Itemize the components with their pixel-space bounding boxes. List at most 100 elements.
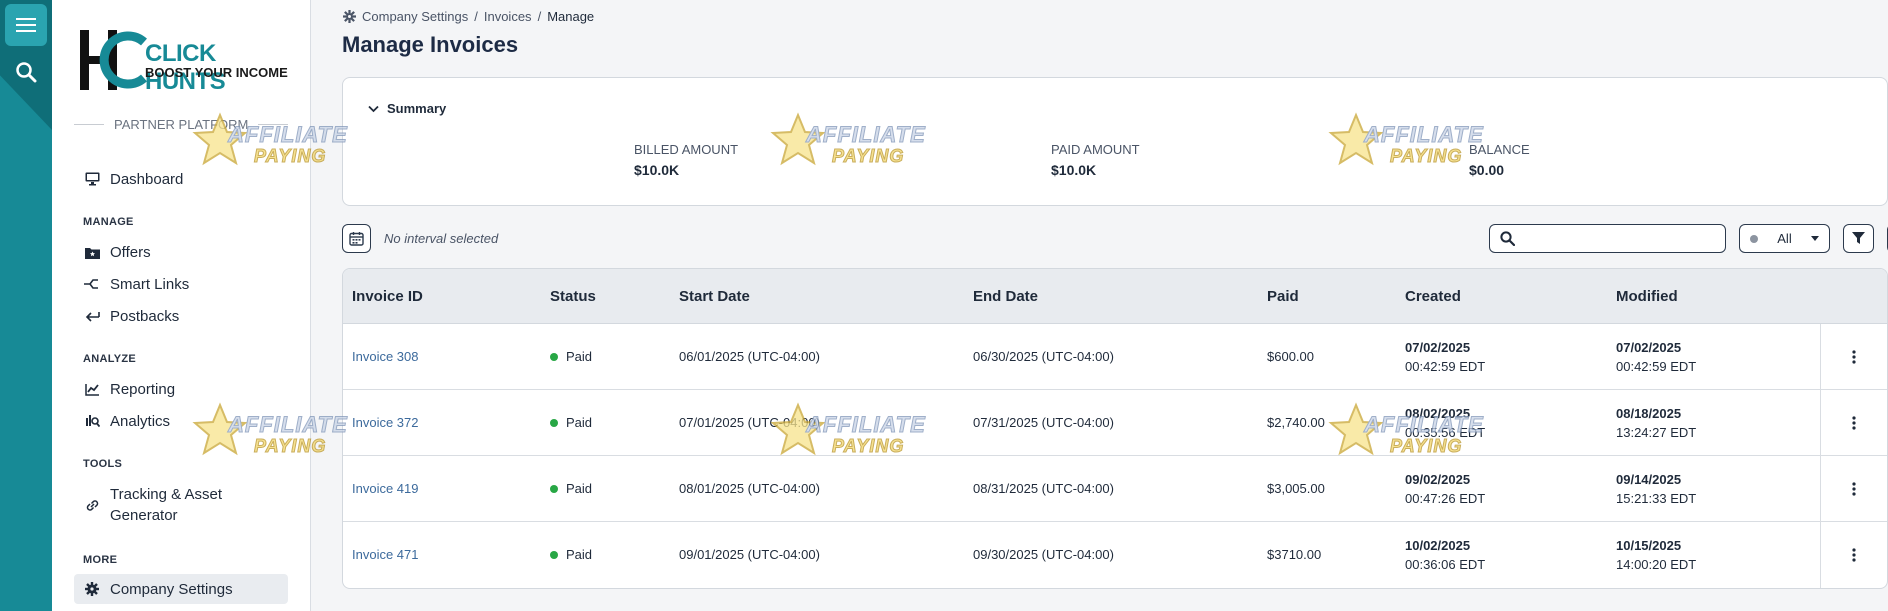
status-dot [1750, 234, 1758, 243]
breadcrumb-separator: / [474, 9, 478, 24]
invoice-link[interactable]: Invoice 308 [352, 349, 419, 364]
created-cell: 07/02/2025 00:42:59 EDT [1405, 338, 1485, 376]
modified-cell: 08/18/2025 13:24:27 EDT [1616, 404, 1696, 442]
kebab-icon [1852, 350, 1856, 364]
brand-logo[interactable]: CLICK HUNTS BOOST YOUR INCOME [78, 26, 288, 95]
caret-down-icon [1811, 236, 1819, 241]
status-filter-select[interactable]: All [1739, 224, 1830, 253]
search-input[interactable] [1521, 231, 1711, 246]
breadcrumb-manage: Manage [547, 9, 595, 24]
column-header-paid[interactable]: Paid [1267, 288, 1299, 305]
summary-panel: Summary BILLED AMOUNT $10.0K PAID AMOUNT… [342, 77, 1888, 206]
sidebar-item-offers[interactable]: Offers [74, 241, 288, 263]
menu-button[interactable] [5, 4, 47, 46]
filter-icon [1852, 232, 1865, 244]
modified-date: 07/02/2025 [1616, 340, 1682, 355]
analytics-magnifier-icon [85, 415, 100, 428]
kebab-icon [1852, 548, 1856, 562]
paid-cell: $3710.00 [1267, 547, 1322, 562]
sidebar-item-label: Tracking & Asset [110, 486, 222, 503]
metric-label: BILLED AMOUNT [634, 142, 739, 157]
row-actions-button[interactable] [1820, 324, 1887, 390]
breadcrumb: Company Settings / Invoices / Manage [343, 9, 594, 24]
modified-date: 10/15/2025 [1616, 538, 1682, 553]
status-text: Paid [566, 481, 593, 496]
divider [74, 124, 104, 125]
table-row: Invoice 419 Paid 08/01/2025 (UTC-04:00) … [343, 456, 1887, 522]
link-chain-icon [86, 499, 98, 511]
sidebar-item-label: Smart Links [110, 275, 190, 293]
sidebar-item-label: Analytics [110, 412, 171, 430]
column-header-invoice-id[interactable]: Invoice ID [352, 288, 423, 305]
summary-label: Summary [387, 101, 447, 116]
row-actions-button[interactable] [1820, 522, 1887, 588]
end-date-cell: 07/31/2025 (UTC-04:00) [973, 415, 1114, 430]
created-time: 00:42:59 EDT [1405, 359, 1486, 374]
summary-toggle[interactable]: Summary [368, 101, 446, 116]
paid-cell: $600.00 [1267, 349, 1314, 364]
sidebar-item-postbacks[interactable]: Postbacks [74, 305, 288, 327]
end-date-cell: 06/30/2025 (UTC-04:00) [973, 349, 1114, 364]
created-date: 09/02/2025 [1405, 472, 1471, 487]
table-row: Invoice 471 Paid 09/01/2025 (UTC-04:00) … [343, 522, 1887, 588]
created-time: 00:36:06 EDT [1405, 557, 1486, 572]
status-dot [550, 550, 558, 559]
filter-button[interactable] [1843, 224, 1874, 253]
table-row: Invoice 372 Paid 07/01/2025 (UTC-04:00) … [343, 390, 1887, 456]
rail-search-button[interactable] [5, 51, 47, 93]
invoice-link[interactable]: Invoice 471 [352, 547, 419, 562]
app-root: CLICK HUNTS BOOST YOUR INCOME PARTNER PL… [0, 0, 1888, 611]
sidebar-item-smart-links[interactable]: Smart Links [74, 273, 288, 295]
breadcrumb-company-settings[interactable]: Company Settings [362, 9, 468, 24]
breadcrumb-invoices[interactable]: Invoices [484, 9, 532, 24]
search-icon [16, 62, 37, 83]
status-badge: Paid [550, 547, 592, 562]
modified-cell: 07/02/2025 00:42:59 EDT [1616, 338, 1696, 376]
sidebar-item-label: Generator [110, 507, 178, 524]
sidebar-item-analytics[interactable]: Analytics [74, 410, 288, 432]
metric-value: $10.0K [634, 162, 680, 178]
billed-amount-metric: BILLED AMOUNT $10.0K [634, 142, 738, 178]
modified-time: 15:21:33 EDT [1616, 491, 1697, 506]
table-header: Invoice ID Status Start Date End Date Pa… [343, 269, 1887, 324]
modified-time: 13:24:27 EDT [1616, 425, 1697, 440]
sidebar-item-tracking-generator[interactable]: Tracking & Asset Generator [74, 483, 288, 527]
invoice-link[interactable]: Invoice 419 [352, 481, 419, 496]
divider [258, 124, 289, 125]
sidebar-item-company-settings[interactable]: Company Settings [74, 574, 288, 604]
gear-icon [85, 582, 99, 596]
column-header-status[interactable]: Status [550, 288, 596, 305]
metric-label: BALANCE [1469, 142, 1530, 157]
row-actions-button[interactable] [1820, 456, 1887, 522]
status-dot [550, 484, 558, 493]
table-search[interactable] [1489, 224, 1726, 253]
column-header-created[interactable]: Created [1405, 288, 1461, 305]
created-date: 07/02/2025 [1405, 340, 1471, 355]
section-manage: MANAGE [83, 216, 134, 228]
end-date-cell: 08/31/2025 (UTC-04:00) [973, 481, 1114, 496]
column-header-start-date[interactable]: Start Date [679, 288, 750, 305]
invoices-table: Invoice ID Status Start Date End Date Pa… [342, 268, 1888, 589]
gear-icon [343, 10, 356, 23]
column-header-end-date[interactable]: End Date [973, 288, 1038, 305]
invoice-link[interactable]: Invoice 372 [352, 415, 419, 430]
folder-star-icon [84, 247, 100, 259]
start-date-cell: 06/01/2025 (UTC-04:00) [679, 349, 820, 364]
column-header-modified[interactable]: Modified [1616, 288, 1678, 305]
date-range-button[interactable] [342, 224, 371, 253]
logo-tagline: BOOST YOUR INCOME [145, 65, 288, 80]
sidebar: CLICK HUNTS BOOST YOUR INCOME PARTNER PL… [52, 0, 311, 611]
chart-trend-icon [84, 383, 99, 396]
row-actions-button[interactable] [1820, 390, 1887, 456]
sidebar-item-dashboard[interactable]: Dashboard [74, 168, 288, 190]
sidebar-item-reporting[interactable]: Reporting [74, 378, 288, 400]
modified-date: 09/14/2025 [1616, 472, 1682, 487]
created-cell: 09/02/2025 00:47:26 EDT [1405, 470, 1485, 508]
calendar-icon [349, 232, 364, 246]
sidebar-item-label: Offers [110, 243, 151, 261]
hamburger-icon [16, 18, 36, 32]
start-date-cell: 07/01/2025 (UTC-04:00) [679, 415, 820, 430]
start-date-cell: 08/01/2025 (UTC-04:00) [679, 481, 820, 496]
status-filter-value: All [1777, 231, 1792, 246]
breadcrumb-separator: / [537, 9, 542, 24]
